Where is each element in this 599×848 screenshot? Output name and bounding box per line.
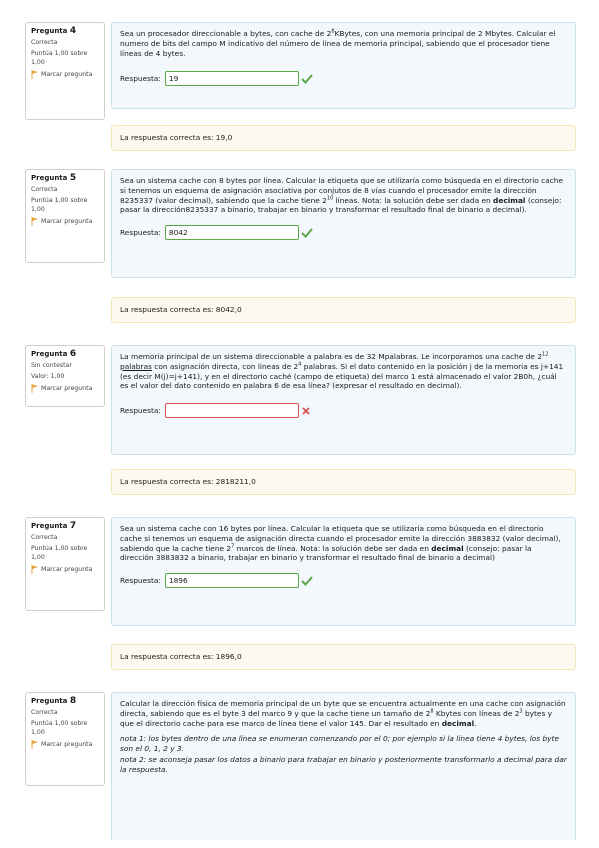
answer-label: Respuesta: (120, 73, 161, 83)
question-info: Pregunta 6 Sin contestar Valor: 1,00 Mar… (25, 345, 105, 407)
check-icon (301, 74, 313, 84)
answer-input[interactable]: 1896 (164, 573, 299, 589)
question-content: Sea un sistema cache con 16 bytes por lí… (111, 517, 576, 626)
question-number: Pregunta 5 (31, 173, 77, 183)
answer-label: Respuesta: (120, 405, 161, 415)
question-content: Sea un sistema cache con 8 bytes por lín… (111, 169, 576, 278)
question-score: Puntúa 1,00 sobre 1,00 (31, 545, 88, 561)
question-number: Pregunta 7 (31, 521, 77, 531)
flag-icon (31, 217, 38, 226)
note-1: nota 1: los bytes dentro de una línea se… (120, 734, 559, 754)
question-score: Valor: 1,00 (31, 373, 65, 380)
flag-question-button[interactable]: Marcar pregunta (31, 70, 92, 79)
question-state: Sin contestar (31, 362, 72, 369)
question-state: Correcta (31, 39, 58, 46)
note-2: nota 2: se aconseja pasar los datos a bi… (120, 754, 567, 774)
feedback-correct-answer: La respuesta correcta es: 8042,0 (111, 297, 576, 323)
question-text: Sea un sistema cache con 16 bytes por lí… (120, 524, 561, 563)
answer-input[interactable]: 19 (164, 71, 299, 87)
check-icon (301, 576, 313, 586)
feedback-correct-answer: La respuesta correcta es: 19,0 (111, 125, 576, 151)
flag-icon (31, 565, 38, 574)
question-state: Correcta (31, 534, 58, 541)
question-content: Calcular la dirección física de memoria … (111, 692, 576, 840)
question-number: Pregunta 6 (31, 349, 77, 359)
answer-input[interactable] (164, 403, 299, 419)
flag-question-button[interactable]: Marcar pregunta (31, 384, 92, 393)
question-number: Pregunta 4 (31, 26, 77, 36)
flag-question-button[interactable]: Marcar pregunta (31, 740, 92, 749)
question-content: Sea un procesador direccionable a bytes,… (111, 22, 576, 109)
question-text: Sea un sistema cache con 8 bytes por lín… (120, 176, 564, 215)
flag-question-button[interactable]: Marcar pregunta (31, 217, 92, 226)
feedback-correct-answer: La respuesta correcta es: 2818211,0 (111, 469, 576, 495)
check-icon (301, 228, 313, 238)
question-info: Pregunta 7 Correcta Puntúa 1,00 sobre 1,… (25, 517, 105, 611)
question-info: Pregunta 5 Correcta Puntúa 1,00 sobre 1,… (25, 169, 105, 263)
question-state: Correcta (31, 709, 58, 716)
flag-icon (31, 70, 38, 79)
feedback-correct-answer: La respuesta correcta es: 1896,0 (111, 644, 576, 670)
cross-icon (302, 407, 310, 415)
question-info: Pregunta 4 Correcta Puntúa 1,00 sobre 1,… (25, 22, 105, 120)
answer-label: Respuesta: (120, 575, 161, 585)
question-content: La memoria principal de un sistema direc… (111, 345, 576, 455)
answer-input[interactable]: 8042 (164, 225, 299, 241)
question-text: La memoria principal de un sistema direc… (120, 351, 564, 391)
question-state: Correcta (31, 186, 58, 193)
question-info: Pregunta 8 Correcta Puntúa 1,00 sobre 1,… (25, 692, 105, 786)
question-text: Calcular la dirección física de memoria … (120, 699, 567, 774)
question-text: Sea un procesador direccionable a bytes,… (120, 28, 556, 58)
question-score: Puntúa 1,00 sobre 1,00 (31, 197, 88, 213)
question-score: Puntúa 1,00 sobre 1,00 (31, 50, 88, 66)
flag-icon (31, 740, 38, 749)
answer-label: Respuesta: (120, 227, 161, 237)
question-number: Pregunta 8 (31, 696, 77, 706)
flag-icon (31, 384, 38, 393)
flag-question-button[interactable]: Marcar pregunta (31, 565, 92, 574)
question-score: Puntúa 1,00 sobre 1,00 (31, 720, 88, 736)
